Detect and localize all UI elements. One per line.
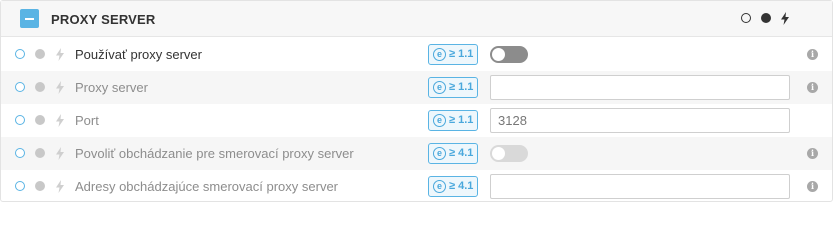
section-title: PROXY SERVER — [51, 12, 156, 27]
level-dot-icon[interactable] — [35, 148, 45, 158]
level-bolt-icon[interactable] — [55, 147, 65, 160]
level-dot-icon[interactable] — [35, 115, 45, 125]
proxy-server-panel: PROXY SERVER Používať proxy server e ≥ 1… — [0, 0, 833, 202]
level-dot-icon[interactable] — [35, 49, 45, 59]
setting-label: Používať proxy server — [75, 47, 202, 62]
version-badge: e ≥ 1.1 — [428, 77, 478, 98]
level-bolt-icon[interactable] — [55, 114, 65, 127]
proxy-server-input[interactable] — [490, 75, 790, 100]
setting-row-allow-bypass: Povoliť obchádzanie pre smerovací proxy … — [1, 137, 832, 170]
level-ring-icon[interactable] — [15, 115, 25, 125]
e-icon: e — [433, 180, 446, 193]
level-ring-icon[interactable] — [15, 181, 25, 191]
section-header: PROXY SERVER — [1, 1, 832, 37]
setting-label: Proxy server — [75, 80, 148, 95]
version-badge: e ≥ 1.1 — [428, 44, 478, 65]
setting-label: Adresy obchádzajúce smerovací proxy serv… — [75, 179, 339, 194]
e-icon: e — [433, 114, 446, 127]
setting-row-port: Port e ≥ 1.1 — [1, 104, 832, 137]
info-icon[interactable]: i — [807, 49, 818, 60]
level-dot-icon[interactable] — [761, 13, 771, 23]
e-icon: e — [433, 48, 446, 61]
level-ring-icon[interactable] — [741, 13, 751, 23]
setting-label: Povoliť obchádzanie pre smerovací proxy … — [75, 146, 354, 161]
version-badge: e ≥ 1.1 — [428, 110, 478, 131]
info-icon[interactable]: i — [807, 148, 818, 159]
version-badge: e ≥ 4.1 — [428, 176, 478, 197]
level-ring-icon[interactable] — [15, 148, 25, 158]
use-proxy-toggle[interactable] — [490, 46, 528, 63]
level-ring-icon[interactable] — [15, 49, 25, 59]
allow-bypass-toggle[interactable] — [490, 145, 528, 162]
info-icon[interactable]: i — [807, 82, 818, 93]
port-input[interactable] — [490, 108, 790, 133]
version-badge: e ≥ 4.1 — [428, 143, 478, 164]
bypass-addresses-input[interactable] — [490, 174, 790, 199]
setting-label: Port — [75, 113, 99, 128]
e-icon: e — [433, 81, 446, 94]
level-bolt-icon[interactable] — [55, 180, 65, 193]
setting-row-use-proxy: Používať proxy server e ≥ 1.1 i — [1, 38, 832, 71]
e-icon: e — [433, 147, 446, 160]
level-bolt-icon[interactable] — [55, 48, 65, 61]
level-bolt-icon[interactable] — [780, 12, 790, 25]
setting-row-proxy-server: Proxy server e ≥ 1.1 i — [1, 71, 832, 104]
setting-row-bypass-addresses: Adresy obchádzajúce smerovací proxy serv… — [1, 170, 832, 203]
level-ring-icon[interactable] — [15, 82, 25, 92]
level-dot-icon[interactable] — [35, 82, 45, 92]
collapse-button[interactable] — [20, 9, 39, 28]
info-icon[interactable]: i — [807, 181, 818, 192]
level-dot-icon[interactable] — [35, 181, 45, 191]
level-bolt-icon[interactable] — [55, 81, 65, 94]
